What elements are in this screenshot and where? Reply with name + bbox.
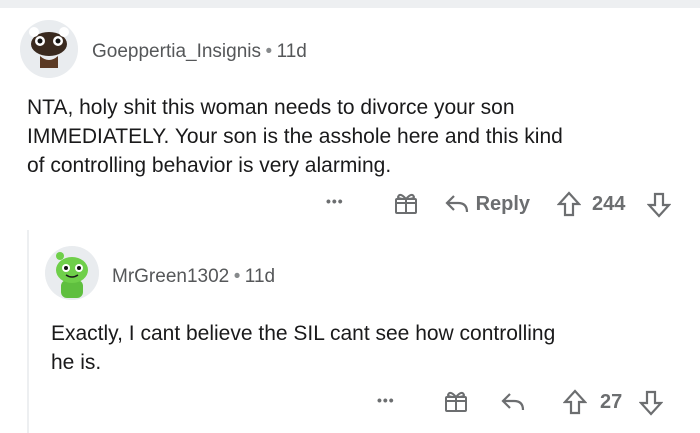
comment-body-line: of controlling behavior is very alarming… [27, 154, 392, 177]
downvote-arrow-icon [646, 192, 672, 218]
vote-score: 244 [592, 193, 626, 215]
more-options-button[interactable]: ••• [326, 193, 344, 209]
comment-body: NTA, holy shit this woman needs to divor… [27, 93, 687, 180]
vote-score: 27 [600, 391, 623, 413]
award-button[interactable] [443, 388, 469, 419]
award-button[interactable] [393, 190, 419, 221]
reply-arrow-icon [445, 195, 469, 213]
upvote-button[interactable] [562, 389, 588, 420]
comment-body-line: Exactly, I cant believe the SIL cant see… [51, 322, 556, 345]
comment-body-line: he is. [51, 351, 102, 374]
reply-button[interactable] [500, 390, 526, 417]
comment-body-line: IMMEDIATELY. Your son is the asshole her… [27, 125, 563, 148]
meta-separator: • [233, 266, 241, 287]
avatar[interactable] [20, 20, 78, 78]
thread-line[interactable] [27, 230, 29, 433]
downvote-button[interactable] [638, 390, 664, 421]
more-options-button[interactable]: ••• [377, 392, 395, 408]
comment-body-line: NTA, holy shit this woman needs to divor… [27, 96, 515, 119]
timestamp[interactable]: 11d [245, 266, 275, 287]
upvote-button[interactable] [556, 191, 582, 222]
downvote-arrow-icon [638, 390, 664, 416]
reply-arrow-icon [501, 393, 525, 411]
meta-separator: • [265, 41, 273, 62]
username[interactable]: Goeppertia_Insignis [92, 41, 261, 62]
snoo-avatar-icon [45, 246, 99, 300]
gift-icon [445, 391, 467, 412]
username[interactable]: MrGreen1302 [112, 266, 229, 287]
top-divider [0, 0, 700, 8]
snoo-avatar-icon [20, 20, 78, 78]
upvote-arrow-icon [562, 389, 588, 415]
reply-label: Reply [475, 193, 531, 215]
upvote-arrow-icon [556, 191, 582, 217]
reply-button[interactable]: Reply [444, 192, 530, 216]
comment-body: Exactly, I cant believe the SIL cant see… [51, 319, 691, 377]
downvote-button[interactable] [646, 192, 672, 223]
gift-icon [395, 193, 417, 214]
timestamp[interactable]: 11d [277, 41, 307, 62]
avatar[interactable] [45, 246, 99, 300]
